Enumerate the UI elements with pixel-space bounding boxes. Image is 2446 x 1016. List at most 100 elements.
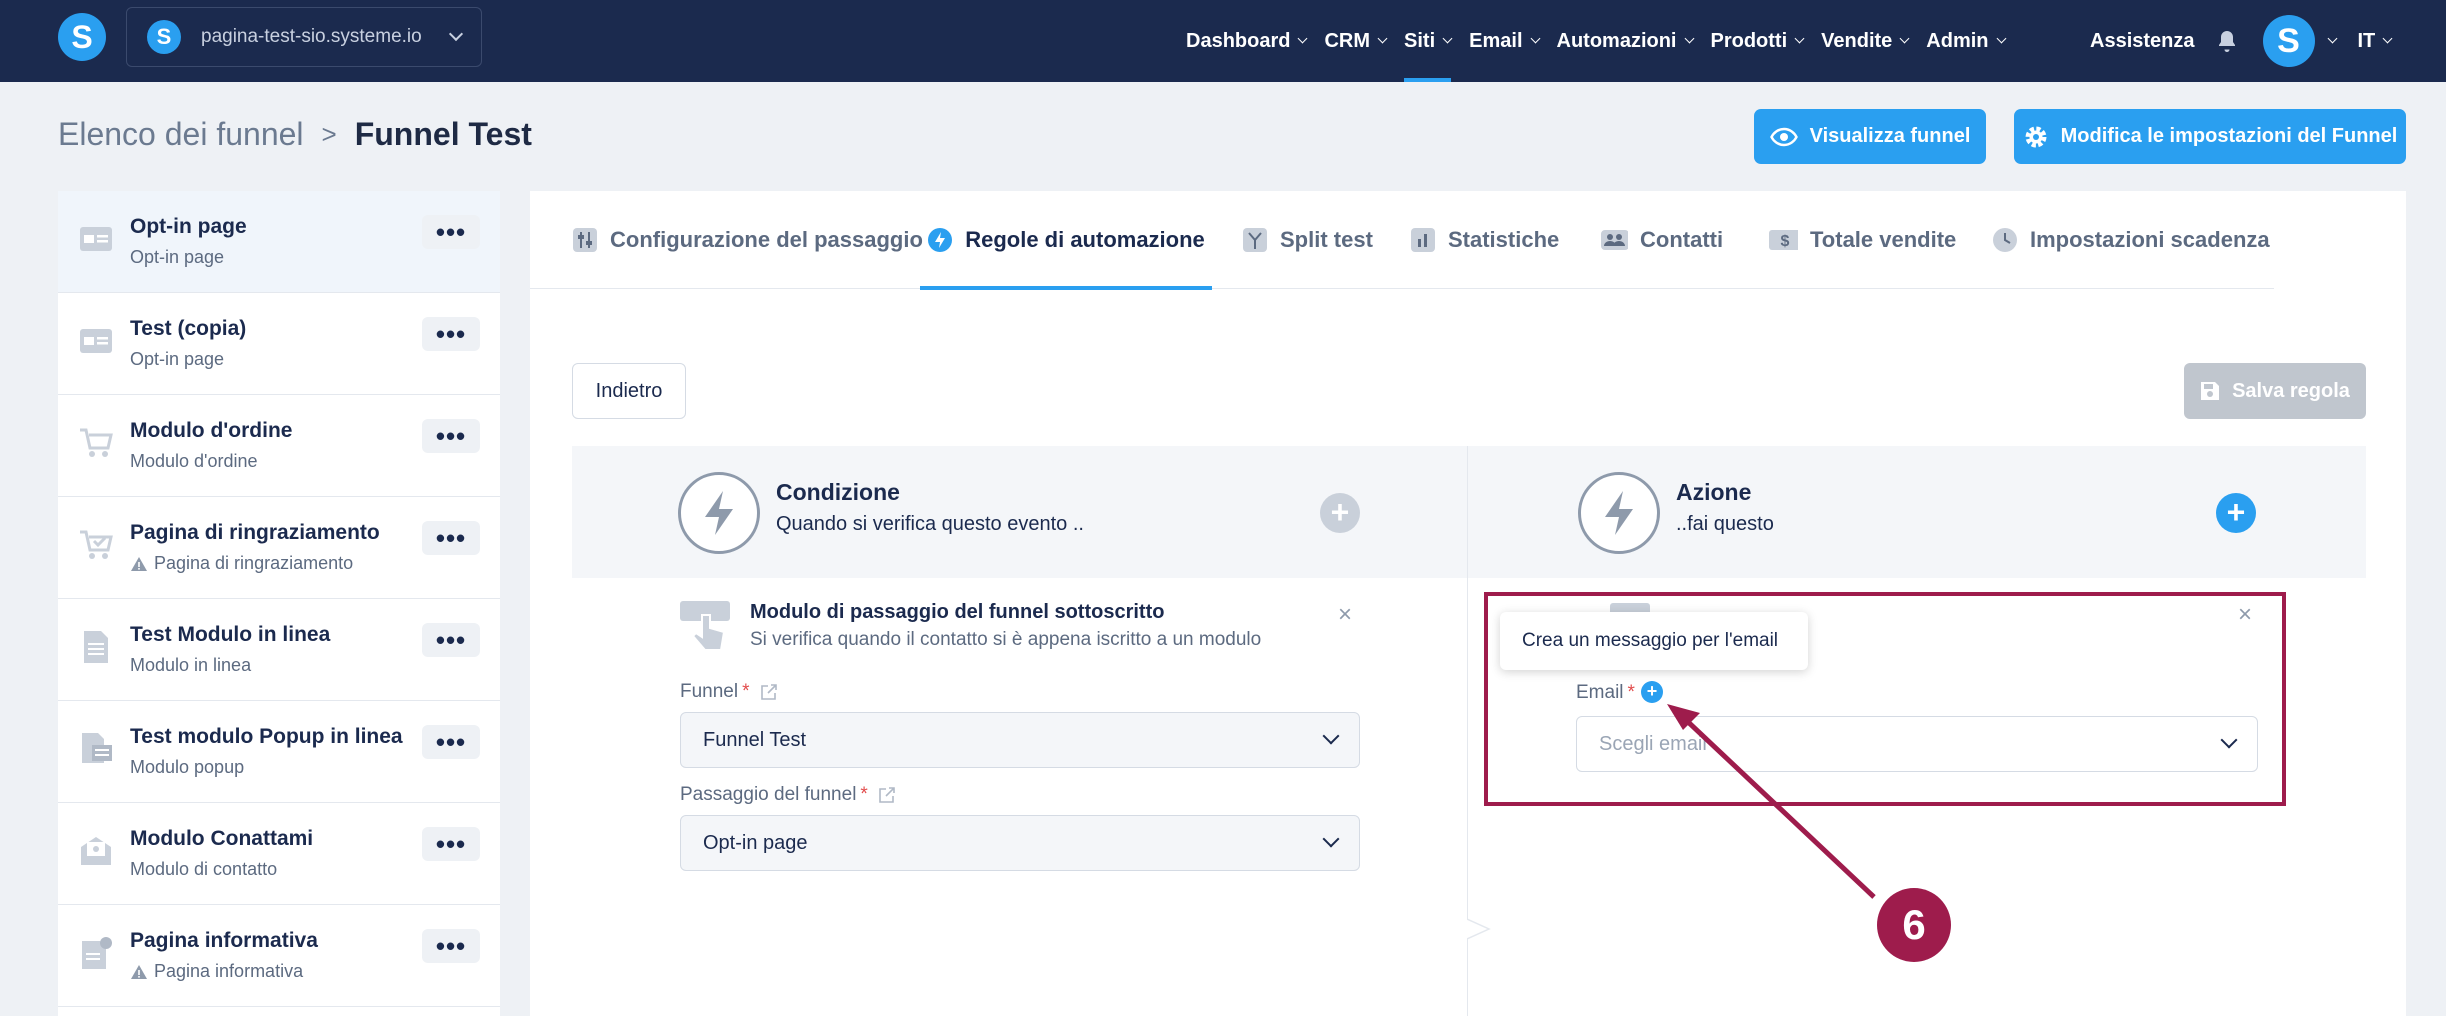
funnel-settings-button[interactable]: Modifica le impostazioni del Funnel	[2014, 109, 2406, 164]
language-selector[interactable]: IT	[2358, 30, 2376, 53]
nav-assistenza[interactable]: Assistenza	[2090, 30, 2195, 53]
chevron-down-icon	[1794, 33, 1805, 43]
sidebar-item-pagina-ringraziamento[interactable]: Pagina di ringraziamento Pagina di ringr…	[58, 497, 500, 599]
step-type: Modulo d'ordine	[130, 451, 258, 471]
more-options-button[interactable]: •••	[422, 215, 480, 249]
sidebar-item-opt-in-page[interactable]: Opt-in page Opt-in page •••	[58, 191, 500, 293]
nav-email[interactable]: Email	[1469, 0, 1540, 82]
add-condition-button[interactable]: +	[1320, 493, 1360, 533]
nav-right: Assistenza S IT	[2090, 0, 2393, 82]
step-type: Modulo in linea	[130, 655, 252, 675]
rule-header	[572, 446, 2366, 578]
nav-automazioni[interactable]: Automazioni	[1557, 0, 1694, 82]
svg-text:$: $	[1781, 233, 1790, 250]
gear-icon	[2025, 126, 2047, 147]
annotation-highlight-box	[1484, 592, 2286, 806]
funnel-step-select[interactable]: Opt-in page	[680, 815, 1360, 871]
save-rule-button[interactable]: Salva regola	[2184, 363, 2366, 419]
more-options-button[interactable]: •••	[422, 317, 480, 351]
chevron-down-icon[interactable]	[2327, 33, 2337, 43]
sliders-icon	[573, 228, 597, 252]
info-page-icon	[82, 937, 112, 969]
tab-contatti[interactable]: Contatti	[1598, 191, 1723, 289]
funnel-settings-label: Modifica le impostazioni del Funnel	[2060, 125, 2398, 147]
view-funnel-button[interactable]: Visualizza funnel	[1754, 109, 1986, 164]
systeme-logo[interactable]: S	[58, 13, 106, 61]
sidebar-item-test-modulo-in-linea[interactable]: Test Modulo in linea Modulo in linea •••	[58, 599, 500, 701]
back-button[interactable]: Indietro	[572, 363, 686, 419]
nav-admin[interactable]: Admin	[1926, 0, 2006, 82]
chevron-down-icon	[1322, 727, 1340, 745]
chevron-down-icon	[1530, 33, 1540, 43]
connector-notch	[1467, 889, 1491, 969]
step-tabs: Configurazione del passaggio Regole di a…	[530, 191, 2274, 290]
more-options-button[interactable]: •••	[422, 929, 480, 963]
condition-title: Condizione	[776, 479, 900, 505]
popup-icon	[82, 733, 112, 763]
remove-condition-button[interactable]: ×	[1338, 601, 1352, 629]
step-type: Opt-in page	[130, 349, 225, 369]
warning-icon	[131, 964, 147, 979]
site-selector[interactable]: S pagina-test-sio.systeme.io	[126, 7, 482, 67]
warning-icon	[131, 556, 147, 571]
funnel-steps-sidebar: Opt-in page Opt-in page ••• Test (copia)…	[58, 191, 500, 1016]
action-bolt-icon	[1578, 472, 1660, 554]
avatar[interactable]: S	[2262, 15, 2315, 67]
nav-vendite[interactable]: Vendite	[1821, 0, 1910, 82]
more-options-button[interactable]: •••	[422, 827, 480, 861]
breadcrumb-separator: >	[321, 119, 337, 149]
external-link-icon[interactable]	[878, 786, 896, 804]
action-subtitle: ..fai questo	[1676, 513, 1774, 535]
step-type: Modulo popup	[130, 757, 245, 777]
cart-icon	[80, 428, 113, 457]
more-options-button[interactable]: •••	[422, 521, 480, 555]
more-options-button[interactable]: •••	[422, 419, 480, 453]
breadcrumb-parent[interactable]: Elenco dei funnel	[58, 116, 304, 153]
sidebar-item-modulo-conattami[interactable]: Modulo Conattami Modulo di contatto •••	[58, 803, 500, 905]
step-type: Modulo di contatto	[130, 859, 278, 879]
sidebar-item-test-copia[interactable]: Test (copia) Opt-in page •••	[58, 293, 500, 395]
sidebar-item-test-modulo-popup[interactable]: Test modulo Popup in linea Modulo popup …	[58, 701, 500, 803]
chevron-down-icon	[1298, 33, 1308, 43]
step-type: Pagina di ringraziamento	[130, 553, 500, 574]
save-rule-label: Salva regola	[2232, 379, 2350, 402]
tab-impostazioni-scadenza[interactable]: Impostazioni scadenza	[1992, 191, 2270, 289]
sidebar-item-pagina-informativa[interactable]: Pagina informativa Pagina informativa ••…	[58, 905, 500, 1007]
sidebar-item-modulo-ordine[interactable]: Modulo d'ordine Modulo d'ordine •••	[58, 395, 500, 497]
hand-pointer-icon	[680, 601, 730, 651]
nav-crm[interactable]: CRM	[1324, 0, 1388, 82]
trigger-title: Modulo di passaggio del funnel sottoscri…	[750, 601, 1165, 623]
tab-configurazione[interactable]: Configurazione del passaggio	[572, 191, 923, 289]
contacts-icon	[1601, 230, 1628, 250]
more-options-button[interactable]: •••	[422, 725, 480, 759]
view-funnel-label: Visualizza funnel	[1809, 125, 1971, 147]
external-link-icon[interactable]	[760, 683, 778, 701]
funnel-select[interactable]: Funnel Test	[680, 712, 1360, 768]
condition-bolt-icon	[678, 472, 760, 554]
condition-subtitle: Quando si verifica questo evento ..	[776, 513, 1084, 535]
more-options-button[interactable]: •••	[422, 623, 480, 657]
optin-page-icon	[80, 227, 112, 251]
eye-icon	[1769, 127, 1798, 146]
floppy-icon	[2201, 382, 2220, 400]
tab-split-test[interactable]: Split test	[1242, 191, 1373, 289]
chevron-down-icon	[1322, 830, 1340, 848]
chevron-down-icon	[1377, 33, 1388, 43]
tab-regole-automazione[interactable]: Regole di automazione	[920, 191, 1212, 290]
bolt-icon	[928, 228, 953, 252]
tab-statistiche[interactable]: Statistiche	[1410, 191, 1559, 289]
add-action-button[interactable]: +	[2216, 493, 2256, 533]
page-title: Funnel Test	[354, 116, 532, 152]
site-name: pagina-test-sio.systeme.io	[201, 26, 422, 47]
bell-icon[interactable]	[2215, 29, 2239, 53]
nav-prodotti[interactable]: Prodotti	[1711, 0, 1805, 82]
tab-totale-vendite[interactable]: $ Totale vendite	[1764, 191, 1956, 289]
clock-icon	[1993, 228, 2017, 252]
bar-chart-icon	[1411, 228, 1435, 252]
nav-siti[interactable]: Siti	[1404, 0, 1453, 82]
chevron-down-icon	[1442, 33, 1453, 43]
nav-dashboard[interactable]: Dashboard	[1186, 0, 1308, 82]
main-nav: Dashboard CRM Siti Email Automazioni Pro…	[1186, 0, 2023, 82]
chevron-down-icon	[1684, 33, 1694, 43]
breadcrumb: Elenco dei funnel > Funnel Test	[58, 116, 532, 153]
